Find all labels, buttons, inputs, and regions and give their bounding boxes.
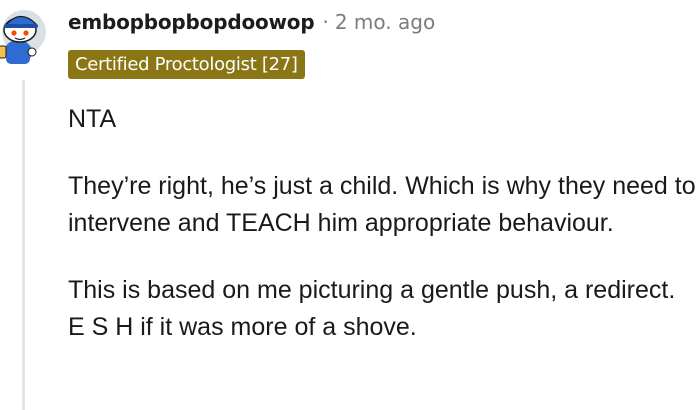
snoo-avatar-icon xyxy=(0,10,46,64)
comment-header: embopbopbopdoowop · 2 mo. ago xyxy=(68,6,435,38)
username-link[interactable]: embopbopbopdoowop xyxy=(68,10,315,34)
comment-timestamp[interactable]: 2 mo. ago xyxy=(335,10,435,34)
user-flair-badge: Certified Proctologist [27] xyxy=(68,50,305,79)
comment-paragraph: They’re right, he’s just a child. Which … xyxy=(68,172,696,237)
comment-paragraph: NTA xyxy=(68,105,117,133)
thread-line[interactable] xyxy=(22,80,25,410)
comment-paragraph: This is based on me picturing a gentle p… xyxy=(68,276,676,341)
user-avatar[interactable] xyxy=(0,2,48,66)
comment-body: NTA They’re right, he’s just a child. Wh… xyxy=(68,101,698,376)
meta-separator: · xyxy=(322,10,329,34)
